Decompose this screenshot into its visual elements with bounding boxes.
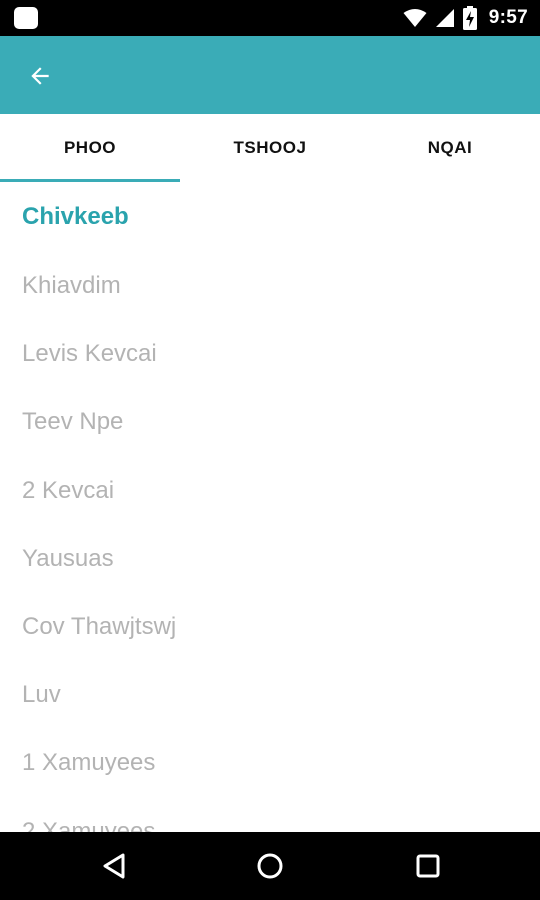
list-item[interactable]: Teev Npe bbox=[0, 388, 540, 456]
nav-home-button[interactable] bbox=[250, 846, 290, 886]
tab-phoo[interactable]: PHOO bbox=[0, 114, 180, 182]
nav-recents-button[interactable] bbox=[408, 846, 448, 886]
back-triangle-icon bbox=[103, 853, 125, 879]
list-item[interactable]: 2 Kevcai bbox=[0, 457, 540, 525]
tab-nqai[interactable]: NQAI bbox=[360, 114, 540, 182]
battery-charging-icon bbox=[462, 6, 477, 30]
tab-label: TSHOOJ bbox=[233, 138, 307, 157]
status-bar: 9:57 bbox=[0, 0, 540, 36]
cell-signal-icon bbox=[435, 9, 454, 27]
tab-label: PHOO bbox=[63, 138, 117, 157]
tab-bar: PHOO TSHOOJ NQAI bbox=[0, 114, 540, 182]
tab-tshooj[interactable]: TSHOOJ bbox=[180, 114, 360, 182]
app-bar bbox=[0, 36, 540, 114]
book-list[interactable]: Chivkeeb Khiavdim Levis Kevcai Teev Npe … bbox=[0, 182, 540, 832]
back-button[interactable] bbox=[18, 54, 62, 98]
status-icons: 9:57 bbox=[403, 0, 528, 36]
list-item[interactable]: 2 Xamuyees bbox=[0, 798, 540, 832]
tab-label: NQAI bbox=[427, 138, 473, 157]
app-notification-icon bbox=[14, 7, 38, 29]
status-time: 9:57 bbox=[488, 7, 528, 28]
list-item[interactable]: Cov Thawjtswj bbox=[0, 593, 540, 661]
list-item[interactable]: 1 Xamuyees bbox=[0, 729, 540, 797]
nav-back-button[interactable] bbox=[94, 846, 134, 886]
list-item[interactable]: Yausuas bbox=[0, 525, 540, 593]
list-item[interactable]: Chivkeeb bbox=[0, 182, 540, 252]
list-item[interactable]: Levis Kevcai bbox=[0, 320, 540, 388]
list-item[interactable]: Khiavdim bbox=[0, 252, 540, 320]
recents-square-icon bbox=[416, 854, 440, 878]
arrow-left-icon bbox=[31, 67, 49, 85]
home-circle-icon bbox=[257, 853, 283, 879]
list-item[interactable]: Luv bbox=[0, 661, 540, 729]
wifi-icon bbox=[403, 9, 427, 27]
system-nav-bar bbox=[0, 832, 540, 900]
